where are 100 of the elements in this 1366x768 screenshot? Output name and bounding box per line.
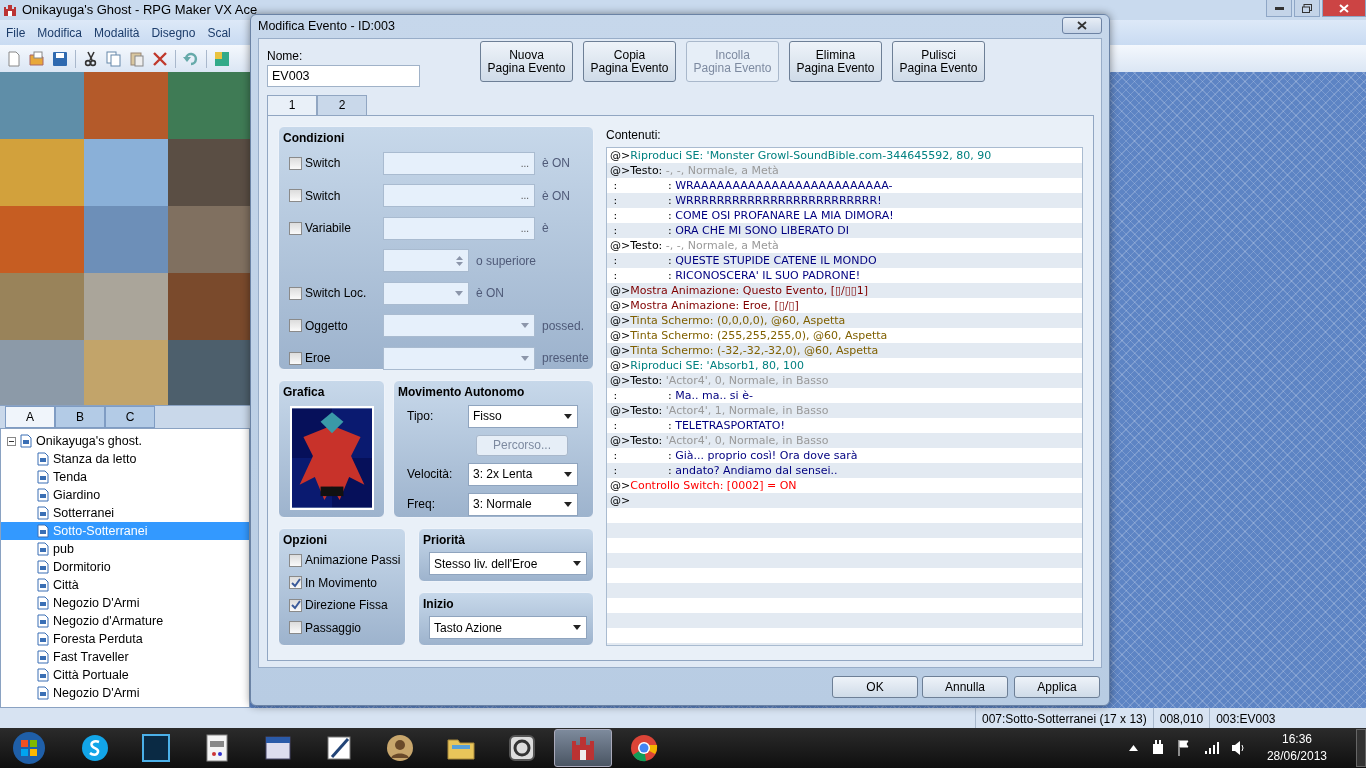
avatar-icon xyxy=(385,733,415,763)
map-icon xyxy=(37,524,49,538)
tree-item[interactable]: Dormitorio xyxy=(1,558,249,576)
checkmark-icon xyxy=(290,577,301,588)
open-folder-icon[interactable] xyxy=(29,50,45,67)
close-button[interactable] xyxy=(1062,17,1102,34)
caret-icon xyxy=(573,625,581,630)
tree-item[interactable]: Foresta Perduta xyxy=(1,630,249,648)
command-line[interactable]: : : COME OSI PROFANARE LA MIA DIMORA! xyxy=(607,208,1082,223)
signal-icon[interactable] xyxy=(1204,742,1219,754)
delete-icon[interactable] xyxy=(152,50,168,67)
tab[interactable]: 2 xyxy=(317,95,367,115)
field-suffix: è xyxy=(542,220,549,238)
close-icon xyxy=(1339,3,1349,13)
menu-item[interactable]: Scal xyxy=(201,23,237,42)
command-line[interactable]: @>Controllo Switch: [0002] = ON xyxy=(607,478,1082,493)
page-button[interactable]: Copia Pagina Evento xyxy=(583,41,676,82)
command-line[interactable]: @>Mostra Animazione: Questo Evento, [▯/▯▯1] xyxy=(607,283,1082,298)
scissors-icon[interactable] xyxy=(83,50,99,67)
command-line[interactable]: : : andato? Andiamo dal sensei.. xyxy=(607,463,1082,478)
command-line[interactable]: : : Ma.. ma.. si è- xyxy=(607,388,1082,403)
map-icon xyxy=(37,506,49,520)
command-line[interactable]: : : WRRRRRRRRRRRRRRRRRRRRRRRRR! xyxy=(607,193,1082,208)
clock[interactable]: 16:36 28/06/2013 xyxy=(1266,731,1327,765)
tree-item[interactable]: Giardino xyxy=(1,486,249,504)
restore-button[interactable] xyxy=(1294,0,1320,17)
menu-item[interactable]: Disegno xyxy=(145,23,202,42)
save-icon[interactable] xyxy=(52,50,68,67)
tree-item[interactable]: Città Portuale xyxy=(1,666,249,684)
menu-item[interactable]: Modifica xyxy=(31,23,89,42)
command-line[interactable]: @>Riproduci SE: 'Monster Growl-SoundBible.com-344645592, 80, 90 xyxy=(607,148,1082,163)
map-icon xyxy=(37,470,49,484)
command-line[interactable]: : : Già... proprio così! Ora dove sarà xyxy=(607,448,1082,463)
clock-date: 28/06/2013 xyxy=(1266,748,1327,765)
tab[interactable]: B xyxy=(55,406,105,428)
command-line[interactable]: : : WRAAAAAAAAAAAAAAAAAAAAAAAAA- xyxy=(607,178,1082,193)
command-line[interactable]: @>Testo: 'Actor4', 1, Normale, in Basso xyxy=(607,403,1082,418)
command-line[interactable]: : : ORA CHE MI SONO LIBERATO DI xyxy=(607,223,1082,238)
minimize-button[interactable] xyxy=(1266,0,1292,17)
up-arrow-icon[interactable] xyxy=(1128,745,1138,751)
tree-item[interactable]: Tenda xyxy=(1,468,249,486)
command-line[interactable]: @>Riproduci SE: 'Absorb1, 80, 100 xyxy=(607,358,1082,373)
dialog-button[interactable]: Annulla xyxy=(922,676,1008,698)
command-line[interactable]: @>Tinta Schermo: (255,255,255,0), @60, Aspetta xyxy=(607,328,1082,343)
tree-item[interactable]: pub xyxy=(1,540,249,558)
checkbox[interactable]: Animazione Passi xyxy=(289,551,401,570)
command-line[interactable]: : : RICONOSCERA' IL SUO PADRONE! xyxy=(607,268,1082,283)
command-line[interactable]: @>Tinta Schermo: (0,0,0,0), @60, Aspetta xyxy=(607,313,1082,328)
close-icon xyxy=(1077,21,1087,30)
menu-item[interactable]: File xyxy=(0,23,32,42)
menu-item[interactable]: Modalità xyxy=(88,23,146,42)
dropdown[interactable]: Fisso xyxy=(468,404,578,428)
command-list[interactable] xyxy=(606,147,1083,646)
command-line[interactable]: : : QUESTE STUPIDE CATENE IL MONDO xyxy=(607,253,1082,268)
flag-icon[interactable] xyxy=(1177,740,1192,756)
page-button[interactable]: Elimina Pagina Evento xyxy=(789,41,882,82)
command-line[interactable]: @> xyxy=(607,493,1082,508)
speaker-icon[interactable] xyxy=(1231,741,1244,755)
close-button[interactable] xyxy=(1322,0,1366,17)
dialog-button[interactable]: Applica xyxy=(1014,676,1100,698)
tree-item[interactable]: Città xyxy=(1,576,249,594)
name-field[interactable]: EV003 xyxy=(267,65,420,87)
start-orb-icon xyxy=(11,730,47,766)
collapse-icon[interactable] xyxy=(7,436,16,446)
checkbox[interactable]: Direzione Fissa xyxy=(289,596,388,615)
caret-icon xyxy=(455,290,463,296)
command-line[interactable]: @>Mostra Animazione: Eroe, [▯/▯] xyxy=(607,298,1082,313)
checkbox[interactable]: In Movimento xyxy=(289,573,378,592)
command-line[interactable]: @>Testo: -, -, Normale, a Metà xyxy=(607,163,1082,178)
command-line[interactable]: : : TELETRASPORTATO! xyxy=(607,418,1082,433)
map-icon xyxy=(37,452,49,466)
window-title: Onikayuga's Ghost - RPG Maker VX Ace xyxy=(22,1,258,20)
power-plug-icon[interactable] xyxy=(1150,740,1165,756)
tileset-icon[interactable] xyxy=(214,50,230,67)
tree-item[interactable]: Fast Traveller xyxy=(1,648,249,666)
tree-item[interactable]: Negozio D'Armi xyxy=(1,594,249,612)
dropdown[interactable]: Stesso liv. dell'Eroe xyxy=(429,552,587,575)
tree-item[interactable]: Sotterranei xyxy=(1,504,249,522)
dropdown[interactable]: 3: 2x Lenta xyxy=(468,462,578,486)
castle-icon xyxy=(3,3,17,17)
map-icon xyxy=(37,632,49,646)
page-button[interactable]: Nuova Pagina Evento xyxy=(480,41,573,82)
dropdown[interactable]: Tasto Azione xyxy=(429,616,587,639)
tree-item[interactable]: Stanza da letto xyxy=(1,450,249,468)
tab[interactable]: C xyxy=(105,406,155,428)
checkbox[interactable]: Passaggio xyxy=(289,618,362,637)
restore-icon xyxy=(1302,3,1312,13)
page-button[interactable]: Pulisci Pagina Evento xyxy=(892,41,985,82)
dialog-button[interactable]: OK xyxy=(832,676,918,698)
tab[interactable]: A xyxy=(5,406,55,428)
tab[interactable]: 1 xyxy=(267,95,317,116)
taskbar-button[interactable] xyxy=(554,729,612,767)
tree-item[interactable]: Negozio d'Armature xyxy=(1,612,249,630)
command-line[interactable]: @>Tinta Schermo: (-32,-32,-32,0), @60, Aspetta xyxy=(607,343,1082,358)
tree-item[interactable]: Negozio D'Armi xyxy=(1,684,249,702)
command-line[interactable]: @>Testo: 'Actor4', 0, Normale, in Basso xyxy=(607,433,1082,448)
command-line[interactable]: @>Testo: 'Actor4', 0, Normale, in Basso xyxy=(607,373,1082,388)
dropdown[interactable]: 3: Normale xyxy=(468,492,578,516)
tree-item[interactable]: Onikayuga's ghost. xyxy=(1,432,146,450)
command-line[interactable]: @>Testo: -, -, Normale, a Metà xyxy=(607,238,1082,253)
